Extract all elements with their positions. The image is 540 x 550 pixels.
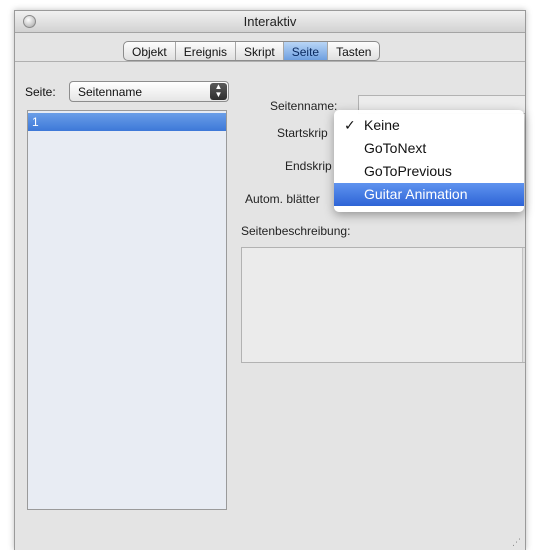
menu-item-gotoprevious[interactable]: GoToPrevious — [334, 160, 524, 183]
end-script-label: Endskrip — [285, 159, 332, 173]
interaktiv-window: Interaktiv Objekt Ereignis Skript Seite … — [14, 10, 526, 550]
start-script-label: Startskrip — [277, 126, 328, 140]
tab-seite[interactable]: Seite — [283, 42, 329, 60]
stepper-arrows-icon[interactable]: ▲▼ — [525, 155, 526, 174]
checkmark-icon: ✓ — [344, 117, 356, 133]
stepper-arrows-icon: ▲ ▼ — [210, 83, 227, 100]
menu-item-label: Guitar Animation — [364, 186, 468, 202]
auto-advance-label: Autom. blätter — [245, 192, 320, 206]
scrollbar[interactable] — [522, 248, 525, 362]
menu-item-gotonext[interactable]: GoToNext — [334, 137, 524, 160]
tab-skript[interactable]: Skript — [236, 42, 284, 60]
page-name-label: Seitenname: — [270, 99, 338, 113]
tab-bar: Objekt Ereignis Skript Seite Tasten — [123, 41, 381, 61]
page-list[interactable]: 1 — [27, 110, 227, 510]
menu-item-label: Keine — [364, 117, 400, 133]
menu-item-guitar-animation[interactable]: Guitar Animation — [334, 183, 524, 206]
window-title: Interaktiv — [243, 14, 297, 29]
page-selector-value: Seitenname — [78, 85, 143, 99]
tab-ereignis[interactable]: Ereignis — [176, 42, 237, 60]
menu-item-label: GoToNext — [364, 140, 427, 156]
menu-item-keine[interactable]: ✓ Keine — [334, 114, 524, 137]
tab-tasten[interactable]: Tasten — [328, 42, 379, 60]
list-item[interactable]: 1 — [28, 113, 226, 131]
script-dropdown-menu: ✓ Keine GoToNext GoToPrevious Guitar Ani… — [334, 110, 524, 212]
list-item-label: 1 — [32, 115, 39, 129]
stepper-arrows-icon[interactable]: ▲▼ — [525, 122, 526, 141]
resize-grip-icon[interactable]: ⋰ — [512, 537, 521, 548]
page-description-field[interactable] — [241, 247, 525, 363]
menu-item-label: GoToPrevious — [364, 163, 452, 179]
page-description-label: Seitenbeschreibung: — [241, 224, 351, 238]
title-bar[interactable]: Interaktiv — [15, 11, 525, 33]
page-selector[interactable]: Seitenname ▲ ▼ — [69, 81, 229, 102]
page-selector-label: Seite: — [25, 85, 56, 99]
tab-objekt[interactable]: Objekt — [124, 42, 176, 60]
